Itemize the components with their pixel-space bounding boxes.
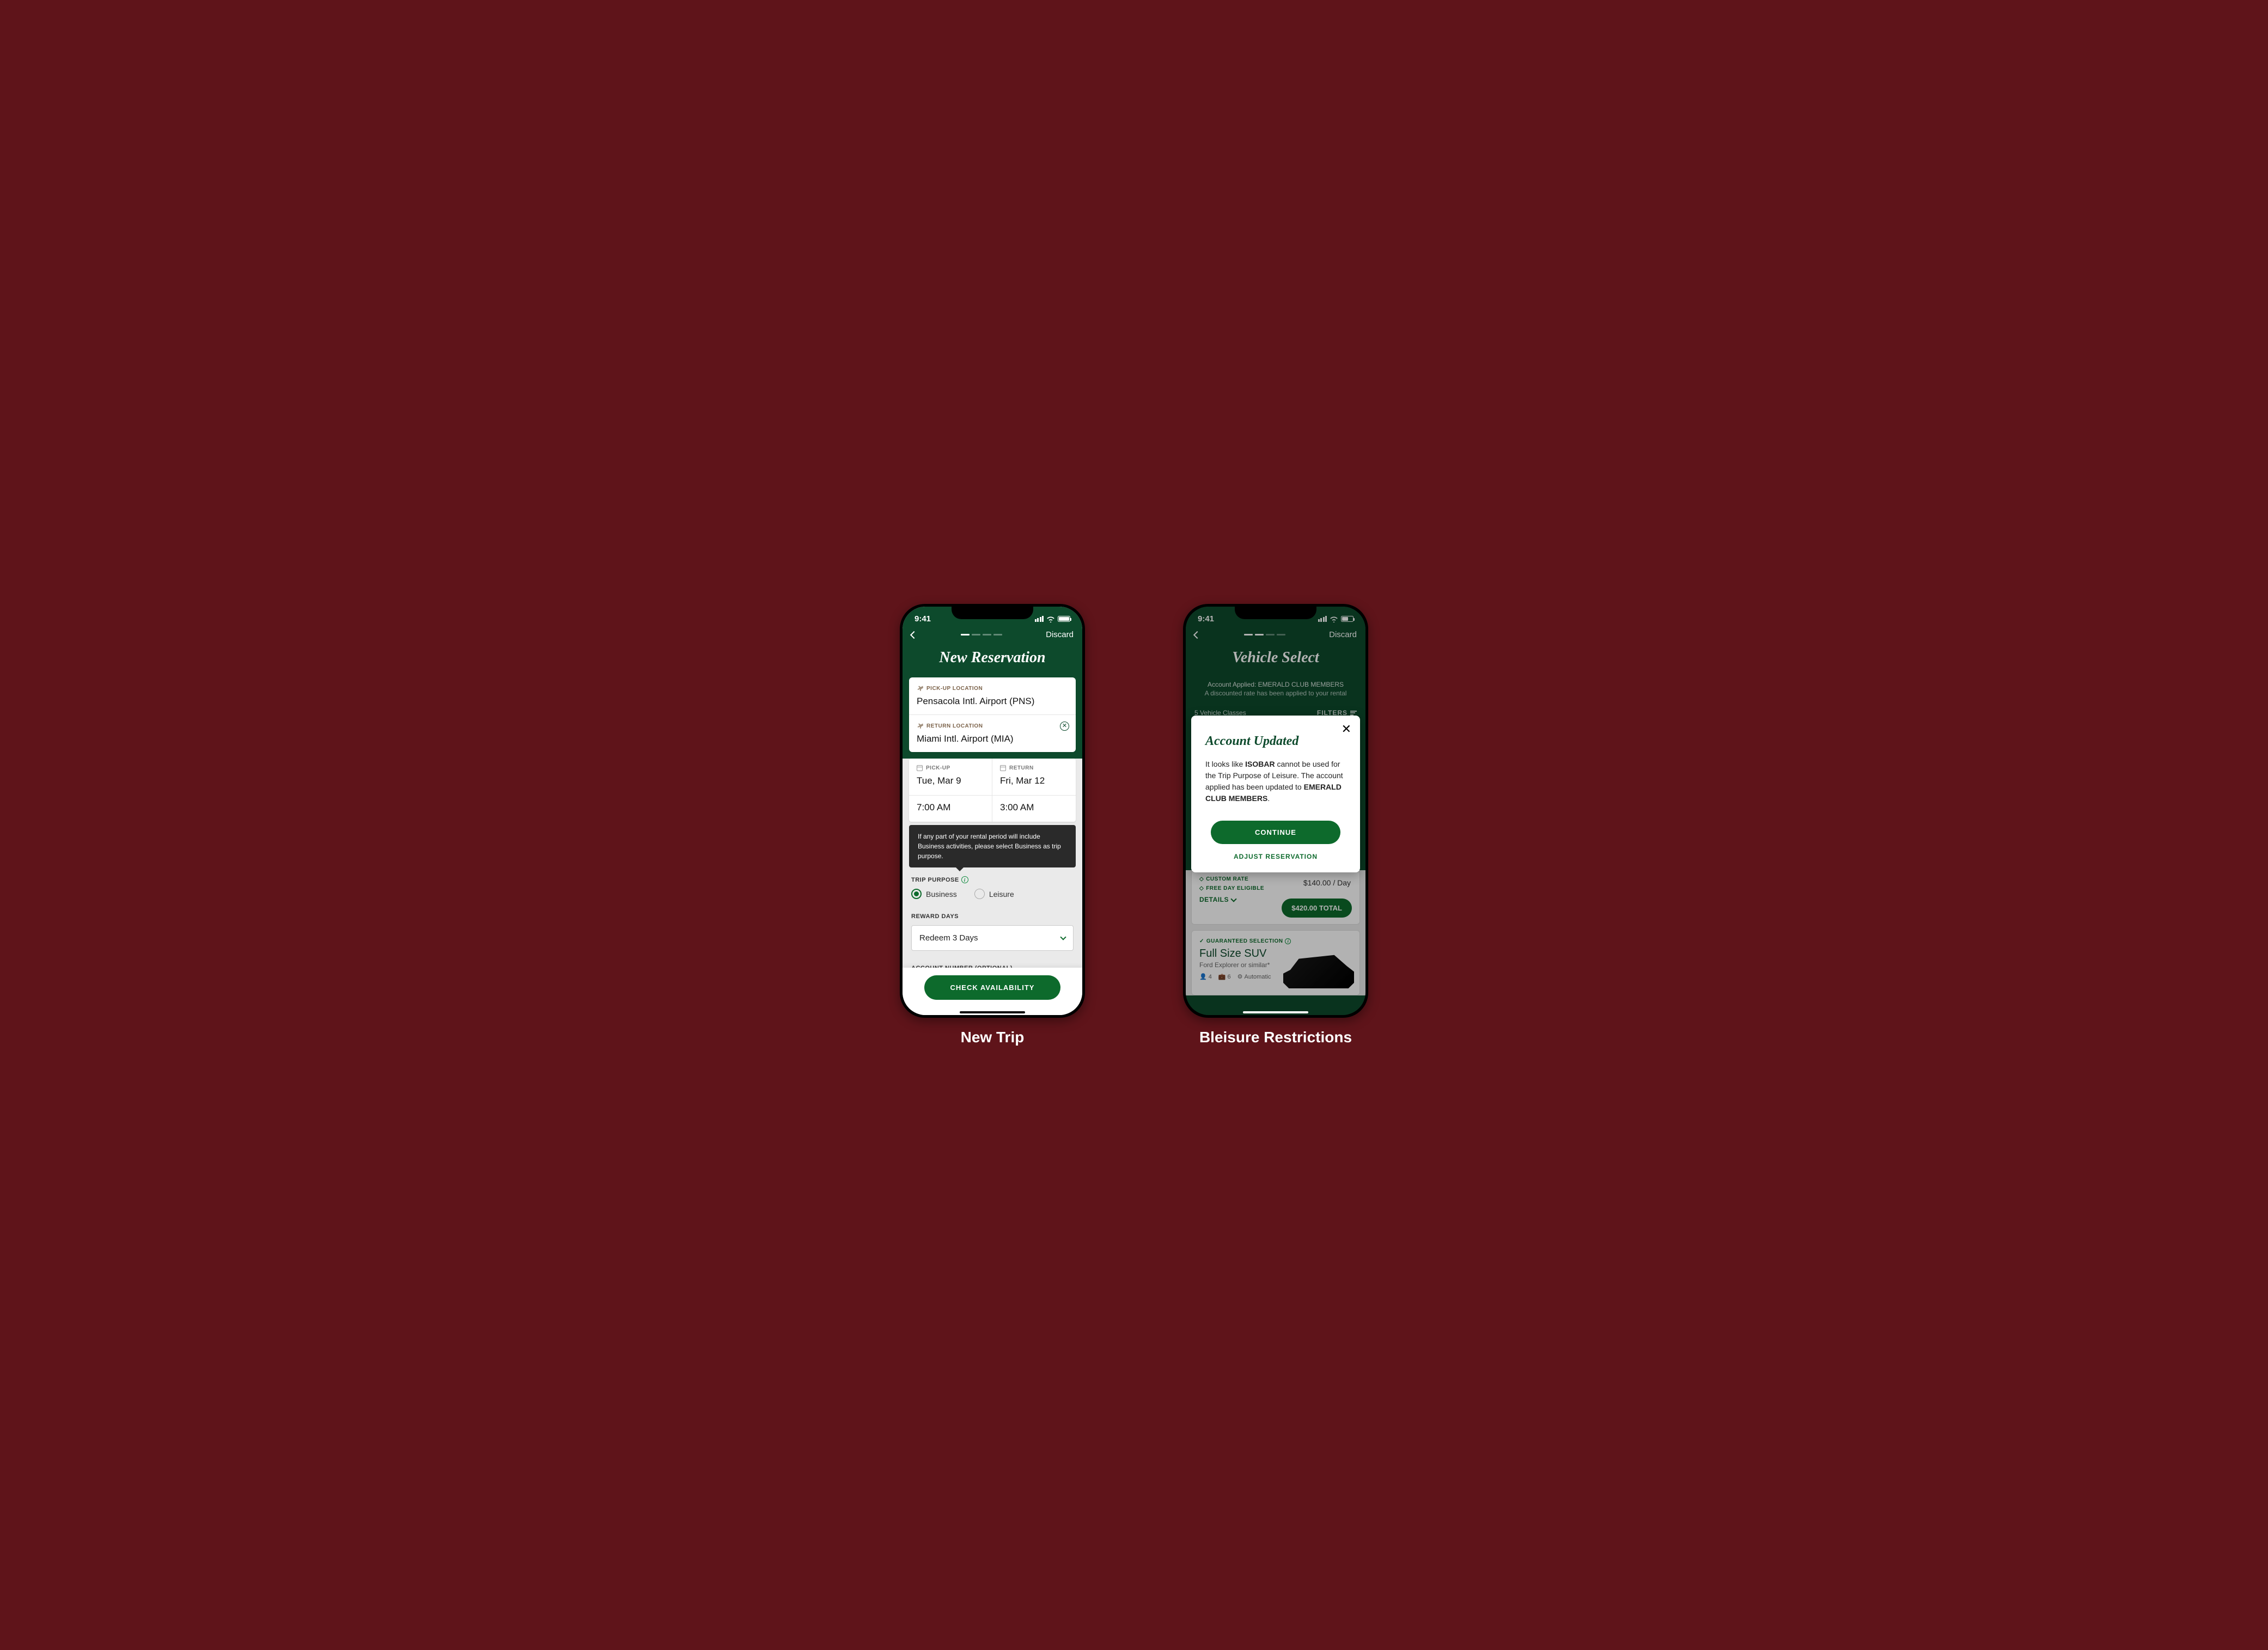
pickup-date-field[interactable]: PICK-UP Tue, Mar 9 [909,759,992,796]
calendar-icon [917,765,923,771]
header: 9:41 Discard [903,607,1082,759]
calendar-icon [1000,765,1006,771]
return-time-value: 3:00 AM [1000,802,1068,813]
radio-business[interactable]: Business [911,889,957,899]
pickup-value: Pensacola Intl. Airport (PNS) [917,696,1068,707]
phone-right: 9:41 [1183,604,1368,1018]
home-indicator [960,1011,1025,1013]
check-availability-button[interactable]: CHECK AVAILABILITY [924,975,1060,1000]
trip-purpose-radio-group: Business Leisure [903,889,1082,905]
chevron-down-icon [1060,934,1066,940]
cellular-icon [1035,616,1044,622]
reward-days-label: REWARD DAYS [903,905,1082,925]
plane-icon [917,723,923,729]
wifi-icon [1046,616,1055,622]
home-indicator [1243,1011,1308,1013]
info-icon[interactable]: i [961,876,968,883]
pickup-time-value: 7:00 AM [917,802,984,813]
trip-purpose-label: TRIP PURPOSE i [903,867,1082,889]
modal-title: Account Updated [1205,734,1346,749]
return-value: Miami Intl. Airport (MIA) [917,734,1068,744]
reward-days-value: Redeem 3 Days [919,933,978,943]
pickup-date-value: Tue, Mar 9 [917,775,984,786]
back-button[interactable] [910,631,918,638]
footer: CHECK AVAILABILITY [903,968,1082,1015]
pickup-location-field[interactable]: PICK-UP LOCATION Pensacola Intl. Airport… [909,677,1076,715]
device-notch [952,604,1033,619]
pickup-label: PICK-UP LOCATION [917,685,1068,692]
modal-close-button[interactable]: ✕ [1342,723,1351,735]
account-updated-modal: ✕ Account Updated It looks like ISOBAR c… [1191,716,1360,872]
discard-button[interactable]: Discard [1046,630,1074,639]
scroll-area[interactable]: PICK-UP Tue, Mar 9 RETURN Fri, Mar 12 7:… [903,759,1082,968]
radio-leisure[interactable]: Leisure [974,889,1014,899]
return-date-value: Fri, Mar 12 [1000,775,1068,786]
location-card: PICK-UP LOCATION Pensacola Intl. Airport… [909,677,1076,752]
pickup-time-field[interactable]: 7:00 AM [909,796,992,822]
caption-right: Bleisure Restrictions [1199,1029,1352,1046]
return-label: RETURN LOCATION [917,723,1068,729]
caption-left: New Trip [961,1029,1025,1046]
status-time: 9:41 [914,614,931,624]
plane-icon [917,685,923,692]
progress-indicator [961,634,1002,635]
return-date-field[interactable]: RETURN Fri, Mar 12 [992,759,1076,796]
status-icons [1035,616,1071,622]
phone-left: 9:41 Discard [900,604,1085,1018]
modal-body: It looks like ISOBAR cannot be used for … [1205,759,1346,804]
radio-icon [974,889,985,899]
nav-bar: Discard [903,627,1082,644]
trip-purpose-tooltip: If any part of your rental period will i… [909,825,1076,867]
adjust-reservation-button[interactable]: ADJUST RESERVATION [1205,853,1346,860]
battery-icon [1058,616,1070,622]
date-card: PICK-UP Tue, Mar 9 RETURN Fri, Mar 12 7:… [909,759,1076,822]
return-location-field[interactable]: RETURN LOCATION Miami Intl. Airport (MIA… [909,715,1076,752]
return-time-field[interactable]: 3:00 AM [992,796,1076,822]
account-number-label: ACCOUNT NUMBER (OPTIONAL) [903,956,1082,968]
continue-button[interactable]: CONTINUE [1211,821,1340,844]
radio-icon [911,889,922,899]
device-notch [1235,604,1316,619]
page-title: New Reservation [903,644,1082,677]
reward-days-select[interactable]: Redeem 3 Days [911,925,1074,951]
clear-return-button[interactable]: ✕ [1060,722,1069,731]
